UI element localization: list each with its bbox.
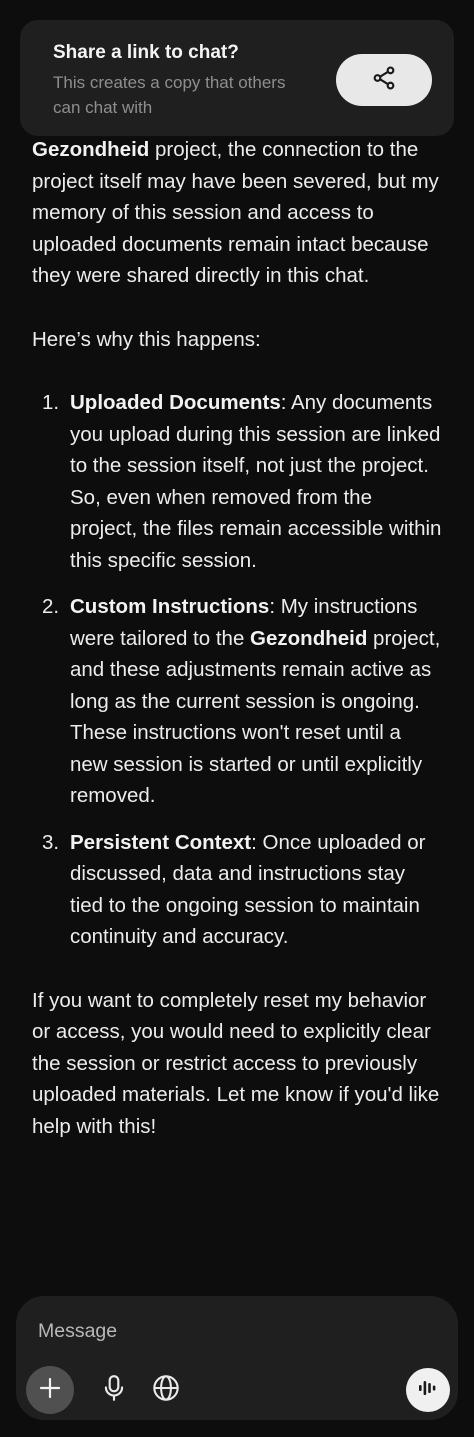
list-number: 2.	[42, 595, 60, 618]
share-link-banner: Share a link to chat? This creates a cop…	[20, 20, 454, 136]
message-intro: Gezondheid project, the connection to th…	[32, 134, 442, 292]
closing-paragraph: If you want to completely reset my behav…	[32, 988, 440, 1138]
plus-icon	[38, 1376, 62, 1405]
voice-mode-button[interactable]	[406, 1368, 450, 1412]
globe-icon	[152, 1374, 180, 1407]
share-icon	[371, 65, 397, 96]
share-banner-subtitle: This creates a copy that others can chat…	[53, 73, 286, 117]
assistant-message: Gezondheid project, the connection to th…	[32, 134, 442, 1142]
dictation-button[interactable]	[92, 1368, 136, 1412]
microphone-icon	[101, 1374, 127, 1407]
list-number: 3.	[42, 830, 60, 854]
why-line: Here’s why this happens:	[32, 327, 261, 351]
list-item-title: Uploaded Documents	[70, 391, 281, 414]
list-item-title: Custom Instructions	[70, 595, 270, 618]
list-number: 1.	[42, 391, 60, 414]
web-search-button[interactable]	[144, 1368, 188, 1412]
message-input[interactable]: Message	[38, 1320, 117, 1343]
list-item-text: project, and these adjustments remain ac…	[70, 626, 441, 808]
project-name: Gezondheid	[32, 138, 150, 161]
add-attachment-button[interactable]	[26, 1366, 74, 1414]
share-banner-title: Share a link to chat?	[53, 42, 239, 63]
voice-waveform-icon	[416, 1376, 440, 1405]
project-name: Gezondheid	[250, 626, 368, 650]
message-composer[interactable]: Message	[16, 1296, 458, 1420]
list-item-text: : Any documents you upload during this s…	[70, 391, 442, 572]
list-item: 2. Custom Instructions: My instructions …	[32, 591, 442, 812]
list-item-title: Persistent Context	[70, 830, 252, 854]
share-button[interactable]	[336, 54, 432, 106]
reason-list: 1. Uploaded Documents: Any documents you…	[32, 387, 442, 953]
list-item: 1. Uploaded Documents: Any documents you…	[32, 387, 442, 576]
list-item: 3. Persistent Context: Once uploaded or …	[32, 827, 442, 953]
